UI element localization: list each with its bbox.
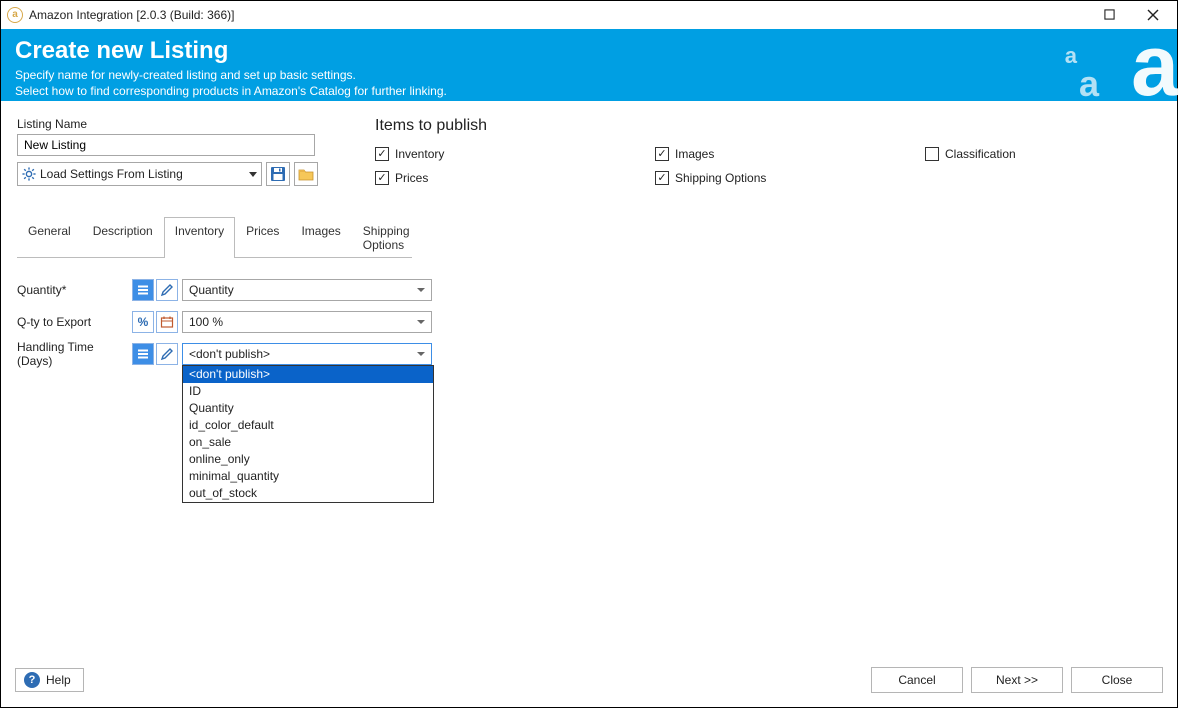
listing-name-input[interactable] (17, 134, 315, 156)
handling-time-label: Handling Time (Days) (17, 340, 132, 368)
load-settings-combo[interactable]: Load Settings From Listing (17, 162, 262, 186)
app-window: a Amazon Integration [2.0.3 (Build: 366)… (0, 0, 1178, 708)
cancel-button[interactable]: Cancel (871, 667, 963, 693)
body: Listing Name Load Se (1, 101, 1177, 657)
square-icon (1104, 9, 1115, 20)
checked-icon: ✓ (655, 147, 669, 161)
decor-a-xs: a (1065, 43, 1077, 69)
tab-images[interactable]: Images (290, 217, 351, 258)
qty-export-value: 100 % (189, 315, 223, 329)
handling-list-button[interactable] (132, 343, 154, 365)
help-icon: ? (24, 672, 40, 688)
folder-icon (298, 166, 314, 182)
publish-inventory-checkbox[interactable]: ✓ Inventory (375, 147, 645, 161)
publish-images-label: Images (675, 147, 714, 161)
open-settings-button[interactable] (294, 162, 318, 186)
pencil-icon (160, 347, 174, 361)
help-button[interactable]: ? Help (15, 668, 84, 692)
quantity-label: Quantity* (17, 283, 132, 297)
unchecked-icon (925, 147, 939, 161)
handling-time-dropdown: <don't publish> ID Quantity id_color_def… (182, 365, 434, 503)
publish-classification-checkbox[interactable]: Classification (925, 147, 1125, 161)
qty-export-combo[interactable]: 100 % (182, 311, 432, 333)
quantity-list-button[interactable] (132, 279, 154, 301)
tab-inventory[interactable]: Inventory (164, 217, 235, 258)
gear-icon (22, 167, 36, 181)
quantity-edit-button[interactable] (156, 279, 178, 301)
save-settings-button[interactable] (266, 162, 290, 186)
floppy-icon (270, 166, 286, 182)
list-icon (136, 283, 150, 297)
footer: ? Help Cancel Next >> Close (1, 657, 1177, 707)
tab-general[interactable]: General (17, 217, 82, 258)
items-to-publish-heading: Items to publish (375, 117, 1125, 135)
load-settings-label: Load Settings From Listing (40, 167, 183, 181)
checked-icon: ✓ (375, 147, 389, 161)
listing-name-section: Listing Name Load Se (17, 117, 337, 186)
help-label: Help (46, 673, 71, 687)
checked-icon: ✓ (375, 171, 389, 185)
quantity-value: Quantity (189, 283, 234, 297)
page-title: Create new Listing (15, 37, 1163, 65)
maximize-button[interactable] (1087, 1, 1131, 29)
qty-export-row: Q-ty to Export % 100 % (17, 310, 1161, 334)
tab-prices[interactable]: Prices (235, 217, 290, 258)
dropdown-option[interactable]: online_only (183, 451, 433, 468)
handling-time-combo[interactable]: <don't publish> <don't publish> ID Quant… (182, 343, 432, 365)
dropdown-option[interactable]: minimal_quantity (183, 468, 433, 485)
chevron-down-icon (249, 172, 257, 177)
items-to-publish-section: Items to publish ✓ Inventory ✓ Images Cl… (375, 117, 1125, 185)
chevron-down-icon (417, 320, 425, 324)
tab-shipping[interactable]: Shipping Options (352, 217, 421, 258)
quantity-combo[interactable]: Quantity (182, 279, 432, 301)
quantity-row: Quantity* Quantity (17, 278, 1161, 302)
qty-export-schedule-button[interactable] (156, 311, 178, 333)
chevron-down-icon (417, 352, 425, 356)
chevron-down-icon (417, 288, 425, 292)
dropdown-option[interactable]: Quantity (183, 400, 433, 417)
decor-a-lg: a (1131, 23, 1177, 109)
decor-a-sm: a (1079, 63, 1099, 105)
header-banner: Create new Listing Specify name for newl… (1, 29, 1177, 101)
qty-export-label: Q-ty to Export (17, 315, 132, 329)
window-title: Amazon Integration [2.0.3 (Build: 366)] (29, 8, 234, 22)
handling-time-row: Handling Time (Days) <don't publish> <do… (17, 342, 1161, 366)
dropdown-option[interactable]: id_color_default (183, 417, 433, 434)
app-icon: a (7, 7, 23, 23)
page-description: Specify name for newly-created listing a… (15, 67, 1163, 99)
handling-time-value: <don't publish> (189, 347, 270, 361)
dropdown-option[interactable]: on_sale (183, 434, 433, 451)
publish-shipping-label: Shipping Options (675, 171, 766, 185)
tab-description[interactable]: Description (82, 217, 164, 258)
tabs: General Description Inventory Prices Ima… (17, 216, 412, 258)
publish-shipping-checkbox[interactable]: ✓ Shipping Options (655, 171, 915, 185)
page-desc-line1: Specify name for newly-created listing a… (15, 67, 1163, 83)
handling-edit-button[interactable] (156, 343, 178, 365)
dropdown-option[interactable]: out_of_stock (183, 485, 433, 502)
page-desc-line2: Select how to find corresponding product… (15, 83, 1163, 99)
titlebar: a Amazon Integration [2.0.3 (Build: 366)… (1, 1, 1177, 29)
next-button[interactable]: Next >> (971, 667, 1063, 693)
publish-prices-label: Prices (395, 171, 428, 185)
dropdown-option[interactable]: <don't publish> (183, 366, 433, 383)
listing-name-label: Listing Name (17, 117, 337, 131)
dropdown-option[interactable]: ID (183, 383, 433, 400)
pencil-icon (160, 283, 174, 297)
list-icon (136, 347, 150, 361)
checked-icon: ✓ (655, 171, 669, 185)
close-footer-button[interactable]: Close (1071, 667, 1163, 693)
publish-classification-label: Classification (945, 147, 1016, 161)
publish-inventory-label: Inventory (395, 147, 444, 161)
publish-prices-checkbox[interactable]: ✓ Prices (375, 171, 645, 185)
calendar-icon (160, 315, 174, 329)
publish-images-checkbox[interactable]: ✓ Images (655, 147, 915, 161)
qty-export-percent-button[interactable]: % (132, 311, 154, 333)
